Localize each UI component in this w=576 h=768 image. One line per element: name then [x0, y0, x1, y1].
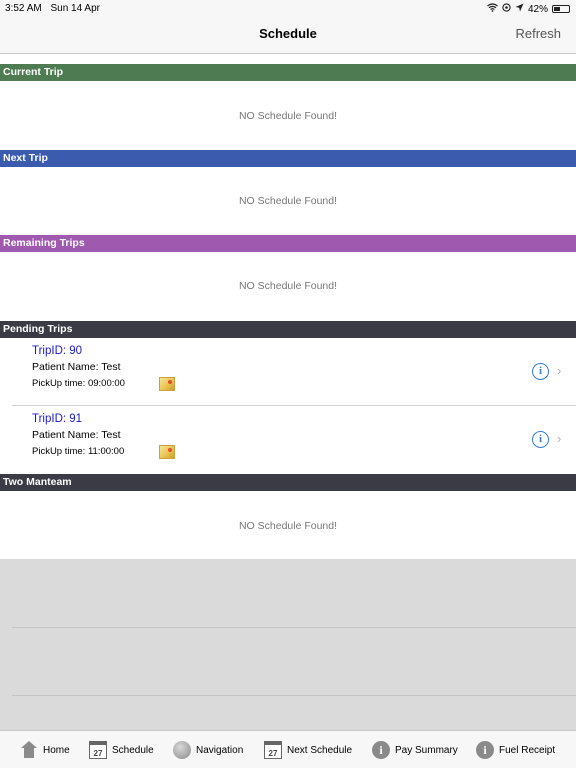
refresh-button[interactable]: Refresh [515, 26, 561, 41]
tab-fuel-receipt[interactable]: i Fuel Receipt [476, 740, 555, 760]
tab-pay-summary[interactable]: i Pay Summary [372, 740, 458, 760]
globe-icon [173, 741, 191, 759]
patient-name: Patient Name: Test [32, 361, 121, 373]
home-icon [20, 741, 38, 759]
tab-next-schedule[interactable]: 27 Next Schedule [264, 740, 352, 760]
trip-id: TripID: 91 [32, 413, 83, 425]
trip-image-icon [159, 377, 175, 391]
chevron-right-icon: › [557, 363, 562, 378]
section-header-two-manteam: Two Manteam [0, 474, 576, 491]
status-left: 3:52 AM Sun 14 Apr [5, 3, 106, 14]
info-icon[interactable]: i [532, 431, 549, 448]
pending-trip-row[interactable]: TripID: 91 Patient Name: Test PickUp tim… [0, 406, 576, 474]
location-arrow-icon [515, 3, 524, 15]
section-current-trip: NO Schedule Found! [0, 81, 576, 150]
calendar-icon: 27 [89, 741, 107, 759]
location-lock-icon [502, 3, 511, 15]
tab-schedule[interactable]: 27 Schedule [89, 740, 154, 760]
tab-navigation[interactable]: Navigation [173, 740, 243, 760]
row-divider [12, 627, 576, 628]
wifi-icon [487, 3, 498, 15]
tab-label: Next Schedule [287, 744, 353, 756]
section-remaining-trips: NO Schedule Found! [0, 252, 576, 321]
info-icon: i [476, 741, 494, 759]
tab-bar: Home 27 Schedule Navigation 27 Next Sche… [0, 730, 576, 768]
pickup-time: PickUp time: 11:00:00 [32, 446, 125, 457]
empty-message: NO Schedule Found! [238, 110, 338, 122]
tab-label: Schedule [112, 744, 154, 756]
pickup-time: PickUp time: 09:00:00 [32, 378, 125, 389]
empty-message: NO Schedule Found! [238, 520, 338, 532]
empty-table-area [0, 559, 576, 730]
section-header-pending-trips: Pending Trips [0, 321, 576, 338]
section-two-manteam: NO Schedule Found! [0, 491, 576, 559]
pending-trip-row[interactable]: TripID: 90 Patient Name: Test PickUp tim… [0, 338, 576, 406]
trip-image-icon [159, 445, 175, 459]
section-next-trip: NO Schedule Found! [0, 167, 576, 235]
info-icon[interactable]: i [532, 363, 549, 380]
page-title: Schedule [259, 26, 317, 41]
status-time: 3:52 AM [5, 3, 42, 14]
patient-name: Patient Name: Test [32, 429, 121, 441]
section-header-remaining-trips: Remaining Trips [0, 235, 576, 252]
empty-message: NO Schedule Found! [238, 280, 338, 292]
tab-label: Home [43, 744, 70, 756]
tab-home[interactable]: Home [20, 740, 70, 760]
battery-percent: 42% [527, 3, 548, 15]
section-header-current-trip: Current Trip [0, 64, 576, 81]
empty-message: NO Schedule Found! [238, 195, 338, 207]
tab-label: Fuel Receipt [499, 744, 556, 756]
calendar-icon: 27 [264, 741, 282, 759]
chevron-right-icon: › [557, 431, 562, 446]
info-icon: i [372, 741, 390, 759]
navigation-bar: Schedule Refresh [0, 16, 576, 54]
status-right: 42% [487, 3, 570, 15]
battery-icon [552, 5, 570, 13]
row-divider [12, 695, 576, 696]
trip-id: TripID: 90 [32, 345, 83, 357]
status-date: Sun 14 Apr [50, 3, 100, 14]
section-header-next-trip: Next Trip [0, 150, 576, 167]
tab-label: Pay Summary [395, 744, 458, 756]
tab-label: Navigation [196, 744, 244, 756]
status-bar: 3:52 AM Sun 14 Apr 42% [0, 0, 576, 16]
